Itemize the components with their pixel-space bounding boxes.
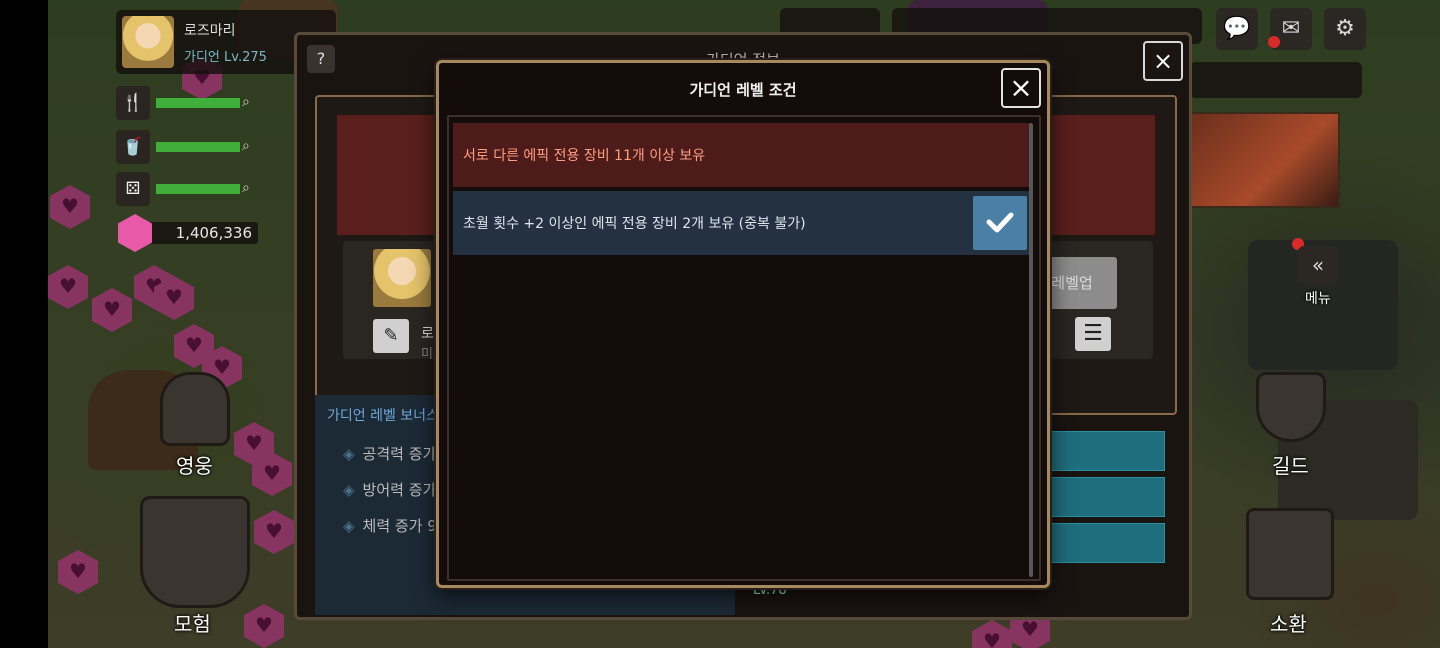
gear-icon[interactable]: ⚙ bbox=[1324, 8, 1366, 50]
gem-value: 1,406,336 bbox=[148, 222, 258, 244]
drink-gauge[interactable]: 🥤 ⌕ bbox=[116, 130, 260, 164]
search-icon[interactable]: ⌕ bbox=[242, 138, 250, 154]
food-bar bbox=[156, 98, 240, 108]
close-icon[interactable]: × bbox=[1143, 41, 1183, 81]
guardian-emblem-art bbox=[1035, 115, 1155, 235]
player-name: 로즈마리 bbox=[184, 23, 236, 39]
menu-label: 메뉴 bbox=[1305, 291, 1331, 307]
heart-hex-icon bbox=[244, 604, 284, 648]
condition-text: 서로 다른 에픽 전용 장비 11개 이상 보유 bbox=[463, 148, 706, 164]
condition-text: 초월 횟수 +2 이상인 에픽 전용 장비 2개 보유 (중복 불가) bbox=[463, 216, 806, 232]
top-bar-extension bbox=[1190, 62, 1362, 98]
condition-row-met: 초월 횟수 +2 이상인 에픽 전용 장비 2개 보유 (중복 불가) bbox=[453, 191, 1031, 255]
search-icon[interactable]: ⌕ bbox=[242, 94, 250, 110]
summon-label: 소환 bbox=[1270, 612, 1307, 636]
guild-shield-icon[interactable] bbox=[1256, 372, 1326, 442]
double-chevron-left-icon[interactable]: « bbox=[1298, 246, 1338, 284]
guardian-level-condition-modal: 가디언 레벨 조건 × 서로 다른 에픽 전용 장비 11개 이상 보유 초월 … bbox=[436, 60, 1050, 588]
avatar bbox=[373, 249, 431, 307]
bonus-line: ◈ 체력 증가 9.8 bbox=[343, 517, 452, 535]
food-gauge[interactable]: 🍴 ⌕ bbox=[116, 86, 260, 120]
chat-icon[interactable]: 💬 bbox=[1216, 8, 1258, 50]
avatar bbox=[122, 16, 174, 68]
drink-bar bbox=[156, 142, 240, 152]
heart-hex-icon bbox=[134, 265, 174, 309]
check-icon bbox=[973, 196, 1027, 250]
fork-knife-icon: 🍴 bbox=[116, 86, 150, 120]
adventure-icon[interactable] bbox=[140, 496, 250, 608]
summon-icon[interactable] bbox=[1246, 508, 1334, 600]
adventure-label: 모험 bbox=[174, 612, 211, 636]
guild-label: 길드 bbox=[1272, 454, 1309, 478]
heart-hex-icon bbox=[234, 422, 274, 466]
gem-counter[interactable]: 1,406,336 bbox=[118, 214, 258, 252]
fun-bar bbox=[156, 184, 240, 194]
list-icon[interactable]: ☰ bbox=[1075, 317, 1111, 351]
heart-hex-icon bbox=[92, 288, 132, 332]
heart-hex-icon bbox=[174, 324, 214, 368]
heart-hex-icon bbox=[50, 185, 90, 229]
fun-gauge[interactable]: ⚄ ⌕ bbox=[116, 172, 260, 206]
player-level: 가디언 Lv.275 bbox=[184, 50, 267, 65]
heart-hex-icon bbox=[972, 620, 1012, 648]
notification-dot bbox=[1268, 36, 1280, 48]
bonus-line: ◈ 방어력 증가 9 bbox=[343, 481, 451, 499]
bonus-line: ◈ 공격력 증가 3 bbox=[343, 445, 451, 463]
cup-icon: 🥤 bbox=[116, 130, 150, 164]
condition-row-unmet: 서로 다른 에픽 전용 장비 11개 이상 보유 bbox=[453, 123, 1031, 187]
search-icon[interactable]: ⌕ bbox=[242, 180, 250, 196]
pencil-icon[interactable]: ✎ bbox=[373, 319, 409, 353]
gem-icon bbox=[118, 214, 152, 252]
close-icon[interactable]: × bbox=[1001, 68, 1041, 108]
hero-icon[interactable] bbox=[160, 372, 230, 446]
heart-hex-icon bbox=[154, 276, 194, 320]
heart-hex-icon bbox=[48, 265, 88, 309]
event-banner[interactable] bbox=[1186, 112, 1340, 208]
condition-list: 서로 다른 에픽 전용 장비 11개 이상 보유 초월 횟수 +2 이상인 에픽… bbox=[447, 115, 1041, 581]
heart-hex-icon bbox=[254, 510, 294, 554]
scrollbar[interactable] bbox=[1029, 123, 1033, 577]
hero-label: 영웅 bbox=[176, 454, 213, 478]
dice-icon: ⚄ bbox=[116, 172, 150, 206]
heart-hex-icon bbox=[252, 452, 292, 496]
modal-title: 가디언 레벨 조건 bbox=[689, 81, 797, 99]
heart-hex-icon bbox=[58, 550, 98, 594]
bonus-header: 가디언 레벨 보너스 bbox=[327, 408, 439, 424]
